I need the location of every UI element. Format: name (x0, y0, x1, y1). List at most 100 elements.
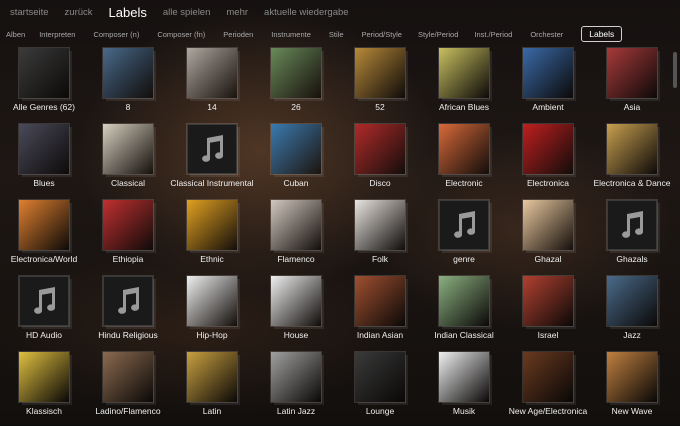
genre-label: 52 (375, 102, 385, 112)
genre-tile[interactable]: House (254, 274, 338, 350)
genre-label: Latin Jazz (276, 406, 316, 416)
album-art-thumbnail (523, 48, 573, 98)
genre-tile[interactable]: Israel (506, 274, 590, 350)
scrollbar[interactable] (673, 52, 677, 88)
tab-inst-period[interactable]: Inst./Period (474, 28, 512, 41)
album-art-thumbnail (523, 276, 573, 326)
genre-tile[interactable]: Lounge (338, 350, 422, 426)
nav-startseite[interactable]: startseite (10, 7, 49, 18)
tab-composer-fn-[interactable]: Composer (fn) (157, 28, 205, 41)
album-art-thumbnail (607, 352, 657, 402)
genre-tile[interactable]: Alle Genres (62) (2, 46, 86, 122)
tab-stile[interactable]: Stile (329, 28, 344, 41)
genre-tile[interactable]: Ambient (506, 46, 590, 122)
genre-label: Classical (110, 178, 145, 188)
genre-tile[interactable]: Electronica (506, 122, 590, 198)
nav-labels[interactable]: Labels (109, 5, 147, 20)
genre-tile[interactable]: Asia (590, 46, 674, 122)
album-art-thumbnail (187, 276, 237, 326)
genre-tile[interactable]: 52 (338, 46, 422, 122)
genre-tile[interactable]: 8 (86, 46, 170, 122)
genre-tile[interactable]: Electronic (422, 122, 506, 198)
album-art-thumbnail (19, 48, 69, 98)
genre-label: 8 (125, 102, 131, 112)
top-navigation: startseite zurück Labels alle spielen mehr ak… (0, 0, 680, 24)
genre-tile[interactable]: genre (422, 198, 506, 274)
genre-tile[interactable]: Electronica/World (2, 198, 86, 274)
genre-tile[interactable]: Blues (2, 122, 86, 198)
album-art-thumbnail (355, 124, 405, 174)
album-art-thumbnail (355, 200, 405, 250)
genre-tile[interactable]: Flamenco (254, 198, 338, 274)
genre-tile[interactable]: Ghazal (506, 198, 590, 274)
nav-mehr[interactable]: mehr (226, 7, 248, 18)
genre-grid: Alle Genres (62) 8 14 26 52 African Blues Ambi… (0, 46, 680, 425)
genre-tile[interactable]: Cuban (254, 122, 338, 198)
genre-tile[interactable]: Folk (338, 198, 422, 274)
genre-tile[interactable]: Latin (170, 350, 254, 426)
genre-tile[interactable]: Classical (86, 122, 170, 198)
tab-labels[interactable]: Labels (581, 26, 623, 42)
tab-period-style[interactable]: Period/Style (362, 28, 402, 41)
album-art-thumbnail (271, 276, 321, 326)
genre-label: Indian Classical (434, 330, 494, 340)
tab-style-period[interactable]: Style/Period (418, 28, 458, 41)
genre-label: Ladino/Flamenco (95, 406, 161, 416)
genre-tile[interactable]: Musik (422, 350, 506, 426)
genre-label: Jazz (623, 330, 641, 340)
genre-tile[interactable]: Latin Jazz (254, 350, 338, 426)
genre-tile[interactable]: 14 (170, 46, 254, 122)
album-art-thumbnail (103, 48, 153, 98)
album-art-thumbnail (439, 48, 489, 98)
genre-label: Latin (202, 406, 222, 416)
genre-tile[interactable]: Indian Asian (338, 274, 422, 350)
genre-tile[interactable]: Disco (338, 122, 422, 198)
nav-alle-spielen[interactable]: alle spielen (163, 7, 211, 18)
genre-label: House (283, 330, 309, 340)
genre-label: New Wave (611, 406, 653, 416)
genre-tile[interactable]: Hip-Hop (170, 274, 254, 350)
genre-tile[interactable]: New Wave (590, 350, 674, 426)
genre-tile[interactable]: New Age/Electronica (506, 350, 590, 426)
album-art-thumbnail (187, 48, 237, 98)
genre-label: Electronica/World (10, 254, 78, 264)
genre-tile[interactable]: Indian Classical (422, 274, 506, 350)
genre-label: Electronica & Dance (593, 178, 671, 188)
genre-label: 14 (207, 102, 217, 112)
album-art-thumbnail (103, 124, 153, 174)
album-art-thumbnail (439, 124, 489, 174)
tab-instrumente[interactable]: Instrumente (271, 28, 311, 41)
album-art-thumbnail (103, 352, 153, 402)
genre-tile[interactable]: Jazz (590, 274, 674, 350)
nav-zurück[interactable]: zurück (65, 7, 93, 18)
genre-tile[interactable]: Hindu Religious (86, 274, 170, 350)
tab-perioden[interactable]: Perioden (223, 28, 253, 41)
music-note-icon (19, 276, 69, 326)
tab-alben[interactable]: Alben (6, 28, 25, 41)
genre-tile[interactable]: Ladino/Flamenco (86, 350, 170, 426)
album-art-thumbnail (271, 200, 321, 250)
genre-tile[interactable]: Ethiopia (86, 198, 170, 274)
view-tabs: Alben Interpreten Composer (n) Composer (fn… (0, 25, 680, 43)
genre-tile[interactable]: Ghazals (590, 198, 674, 274)
tab-orchester[interactable]: Orchester (530, 28, 563, 41)
genre-label: Classical Instrumental (170, 178, 254, 188)
tab-interpreten[interactable]: Interpreten (39, 28, 75, 41)
album-art-thumbnail (607, 124, 657, 174)
album-art-thumbnail (19, 200, 69, 250)
nav-aktuelle-wiedergabe[interactable]: aktuelle wiedergabe (264, 7, 349, 18)
genre-tile[interactable]: Electronica & Dance (590, 122, 674, 198)
genre-label: Hindu Religious (98, 330, 158, 340)
album-art-thumbnail (523, 352, 573, 402)
genre-label: Ethnic (200, 254, 224, 264)
genre-tile[interactable]: African Blues (422, 46, 506, 122)
genre-tile[interactable]: Ethnic (170, 198, 254, 274)
genre-tile[interactable]: Klassisch (2, 350, 86, 426)
album-art-thumbnail (271, 352, 321, 402)
genre-tile[interactable]: 26 (254, 46, 338, 122)
genre-label: Hip-Hop (196, 330, 228, 340)
album-art-thumbnail (187, 200, 237, 250)
tab-composer-n-[interactable]: Composer (n) (93, 28, 139, 41)
genre-tile[interactable]: HD Audio (2, 274, 86, 350)
genre-tile[interactable]: Classical Instrumental (170, 122, 254, 198)
